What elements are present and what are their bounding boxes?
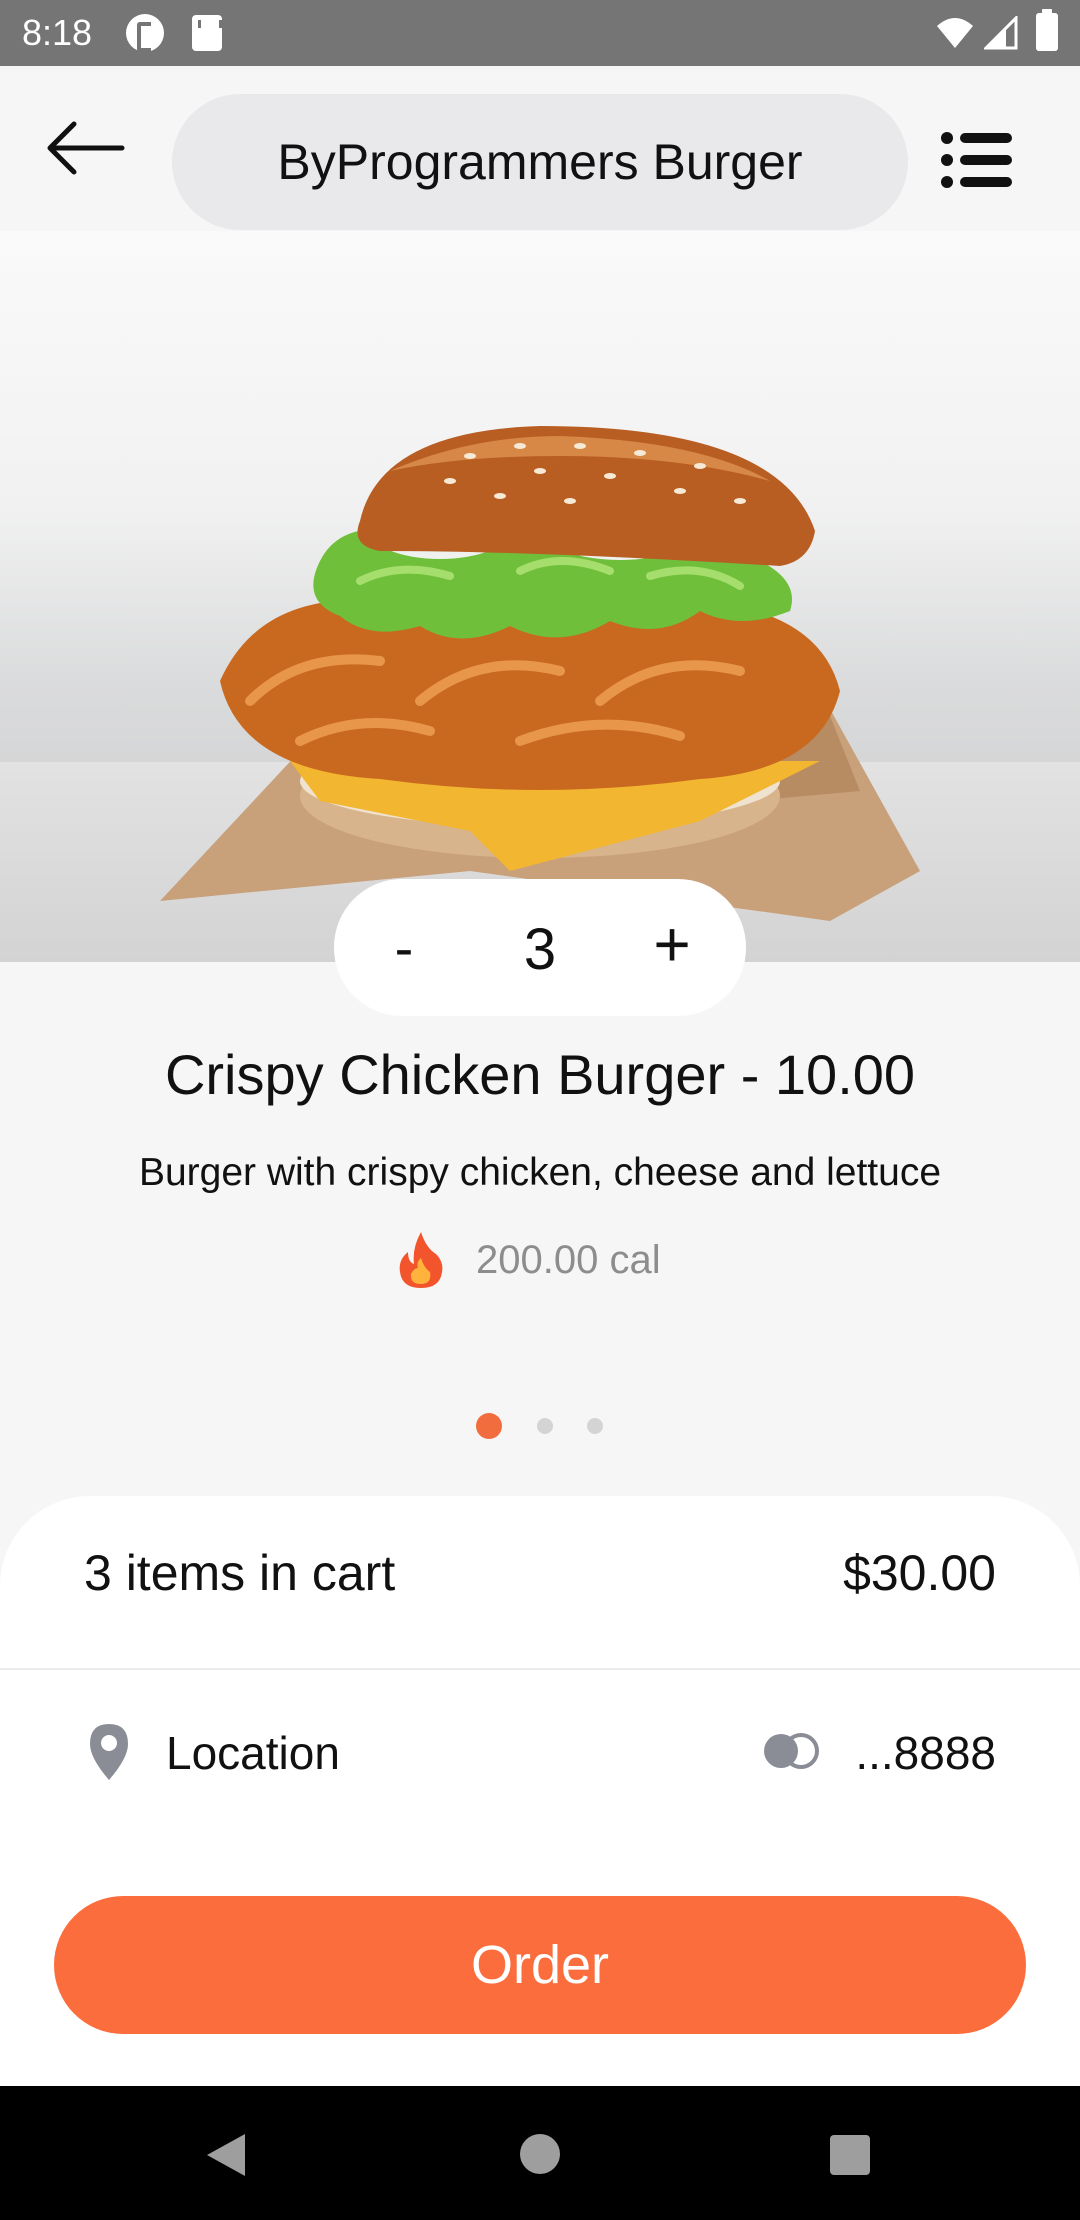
page-indicator-dot[interactable] bbox=[587, 1418, 603, 1434]
back-arrow-icon[interactable] bbox=[40, 116, 130, 180]
credit-card-icon bbox=[764, 1733, 819, 1769]
status-time: 8:18 bbox=[22, 12, 93, 53]
list-menu-icon[interactable] bbox=[940, 130, 1014, 190]
cart-items-count: 3 items in cart bbox=[84, 1545, 396, 1601]
sd-card-icon bbox=[192, 15, 222, 51]
app-header: ByProgrammers Burger bbox=[0, 66, 1080, 231]
divider bbox=[0, 1668, 1080, 1670]
quantity-stepper: - 3 + bbox=[334, 879, 746, 1016]
product-title: Crispy Chicken Burger - 10.00 bbox=[164, 1043, 916, 1106]
cart-total: $30.00 bbox=[843, 1545, 996, 1601]
product-description: Burger with crispy chicken, cheese and l… bbox=[138, 1151, 942, 1194]
restaurant-name: ByProgrammers Burger bbox=[277, 134, 803, 190]
nav-back-icon[interactable] bbox=[205, 2132, 247, 2178]
status-bar: 8:18 bbox=[0, 0, 1080, 66]
fire-icon bbox=[399, 1232, 443, 1288]
restaurant-title-pill: ByProgrammers Burger bbox=[172, 94, 908, 230]
cart-summary-card: 3 items in cart $30.00 Location ...8888 … bbox=[0, 1496, 1080, 2086]
wifi-icon bbox=[937, 18, 973, 48]
order-button-label: Order bbox=[470, 1935, 610, 1995]
page-indicator-dot[interactable] bbox=[537, 1418, 553, 1434]
notification-app-icon bbox=[126, 14, 164, 52]
system-nav-bar bbox=[0, 2086, 1080, 2220]
product-image bbox=[0, 231, 1080, 962]
location-label[interactable]: Location bbox=[166, 1726, 340, 1780]
calories-value: 200.00 cal bbox=[476, 1237, 661, 1282]
nav-recents-icon[interactable] bbox=[830, 2135, 870, 2175]
battery-icon bbox=[1036, 9, 1058, 51]
payment-card-number[interactable]: ...8888 bbox=[855, 1726, 996, 1780]
map-pin-icon bbox=[90, 1724, 128, 1780]
signal-icon bbox=[984, 16, 1018, 50]
order-button[interactable]: Order bbox=[54, 1896, 1026, 2034]
quantity-value: 3 bbox=[523, 917, 557, 982]
calories-row: 200.00 cal bbox=[396, 1228, 661, 1292]
burger-illustration bbox=[160, 426, 920, 921]
nav-home-icon[interactable] bbox=[520, 2134, 560, 2174]
decrease-quantity-button[interactable]: - bbox=[364, 903, 444, 993]
increase-quantity-button[interactable]: + bbox=[624, 899, 720, 989]
page-indicator-dot-active[interactable] bbox=[476, 1413, 502, 1439]
